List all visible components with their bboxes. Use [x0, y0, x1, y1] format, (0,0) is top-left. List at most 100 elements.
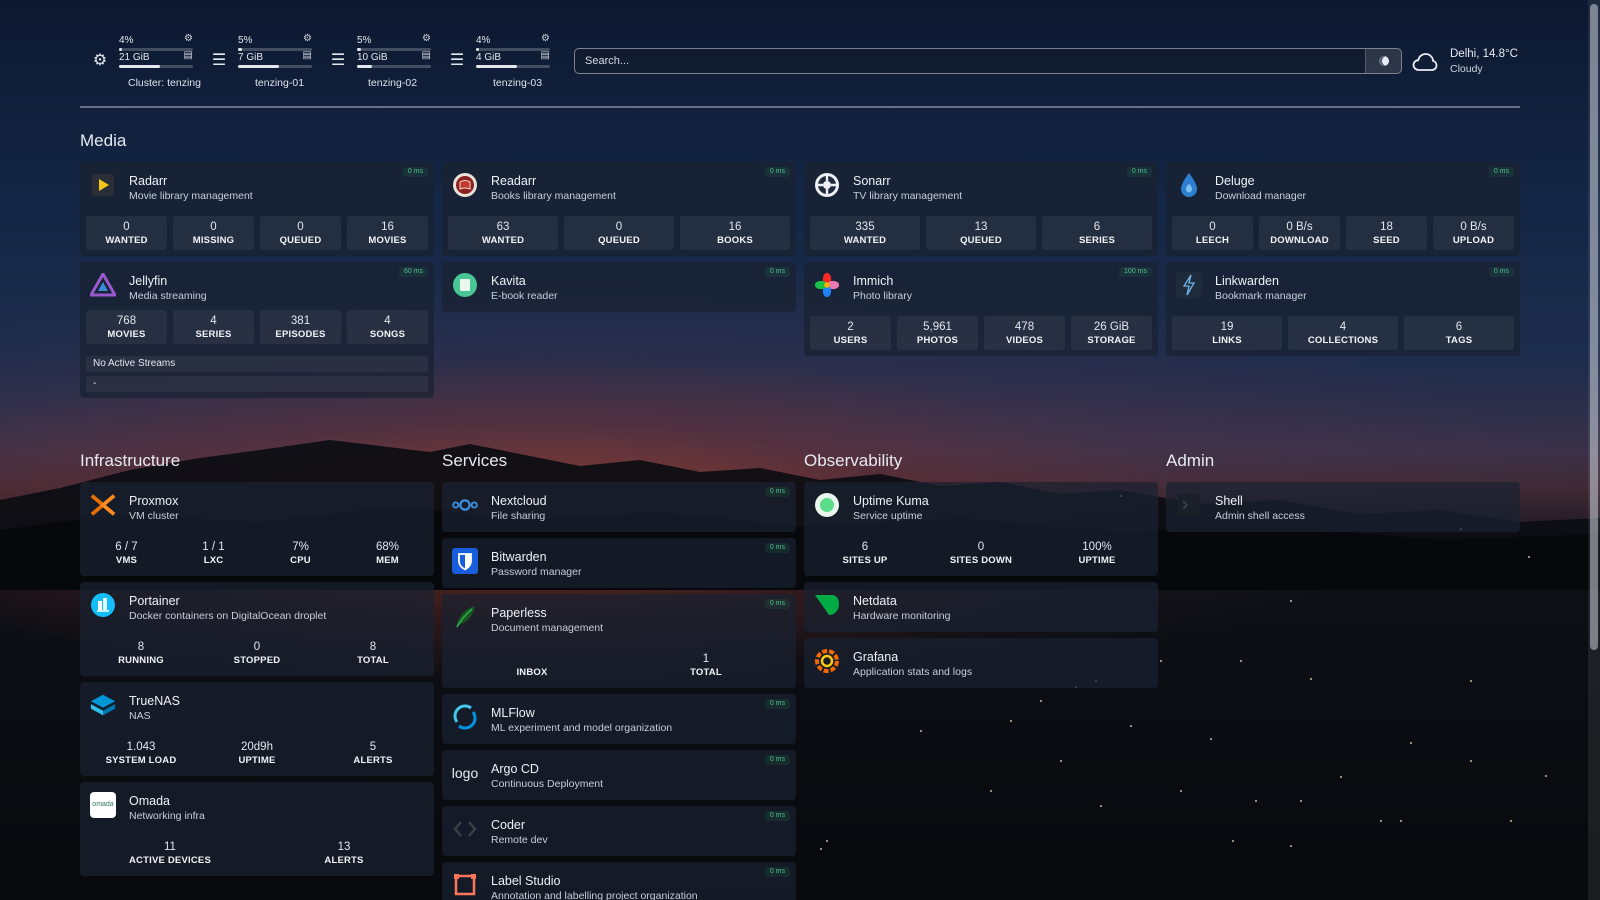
active-streams-panel: No Active Streams	[86, 356, 428, 372]
service-card-linkwarden[interactable]: Linkwarden Bookmark manager 0 ms 19 LINKS 4 CO…	[1166, 262, 1520, 356]
service-name: Proxmox	[129, 494, 179, 508]
service-card-omada[interactable]: omada Omada Networking infra 11 ACTIVE DEVI…	[80, 782, 434, 876]
scrollbar-thumb[interactable]	[1590, 4, 1598, 650]
ping-badge: 0 ms	[764, 487, 790, 497]
service-name: Label Studio	[491, 874, 561, 888]
stat-label: ALERTS	[353, 755, 393, 766]
stats-row: 19 LINKS 4 COLLECTIONS 6 TAGS	[1172, 316, 1514, 350]
memory-usage: 21 GiB ▤	[119, 50, 193, 68]
stat-value: 768	[116, 315, 137, 327]
service-card-jellyfin[interactable]: No Active Streams - Jellyfin Media stream…	[80, 262, 434, 398]
service-card-deluge[interactable]: Deluge Download manager 0 ms 0 LEECH 0 B/s DOW…	[1166, 162, 1520, 256]
stat-series: 4 SERIES	[173, 310, 254, 344]
service-description: Networking infra	[129, 810, 205, 822]
service-name: Uptime Kuma	[853, 494, 929, 508]
stat-value: 8	[137, 641, 145, 653]
stat-value: 4	[384, 315, 391, 327]
cpu-bar	[476, 48, 550, 51]
service-description: Service uptime	[853, 510, 923, 522]
stat-value: 16	[728, 221, 742, 233]
stat-label: MOVIES	[107, 329, 146, 340]
service-card-sonarr[interactable]: Sonarr TV library management 0 ms 335 WANTED…	[804, 162, 1158, 256]
resource-widget-tenzing-03[interactable]: ☰ 4% ⚙ 4 GiB ▤ tenzing-03	[447, 30, 568, 92]
stat-value: 0 B/s	[1460, 221, 1487, 233]
stat-label: SERIES	[1078, 235, 1116, 246]
netdata-icon	[814, 592, 840, 618]
memory-bar	[476, 65, 550, 68]
service-card-mlflow[interactable]: MLFlow ML experiment and model organizati…	[442, 694, 796, 744]
service-description: Books library management	[491, 190, 616, 202]
service-description: Annotation and labelling project organiz…	[491, 890, 698, 900]
terminal-icon	[1176, 492, 1202, 518]
service-card-kavita[interactable]: Kavita E-book reader 0 ms	[442, 262, 796, 312]
service-card-readarr[interactable]: Readarr Books library management 0 ms 63 WAN…	[442, 162, 796, 256]
weather-widget[interactable]: Delhi, 14.8°C Cloudy	[1412, 46, 1522, 78]
service-card-proxmox[interactable]: Proxmox VM cluster 6 / 7 VMS 1 / 1 LXC 7% CPU 68…	[80, 482, 434, 576]
stat-stopped: 0 STOPPED	[202, 636, 312, 670]
cpu-usage: 5% ⚙	[238, 33, 312, 51]
service-name: Linkwarden	[1215, 274, 1279, 288]
memory-icon: ▤	[183, 50, 193, 61]
service-card-uptimekuma[interactable]: Uptime Kuma Service uptime 6 SITES UP 0 SITES…	[804, 482, 1158, 576]
service-card-shell[interactable]: Shell Admin shell access	[1166, 482, 1520, 532]
stat-label: SITES UP	[842, 555, 888, 566]
resource-widget-cluster-tenzing[interactable]: ⚙ 4% ⚙ 21 GiB ▤ Cluster: tenzing	[90, 30, 211, 92]
stats-row: 6 SITES UP 0 SITES DOWN 100% UPTIME	[810, 536, 1152, 570]
stat-value: 478	[1014, 321, 1035, 333]
stat-queued: 0 QUEUED	[260, 216, 341, 250]
sonarr-icon	[814, 172, 840, 198]
cpu-bar	[119, 48, 193, 51]
resource-widget-tenzing-02[interactable]: ☰ 5% ⚙ 10 GiB ▤ tenzing-02	[328, 30, 449, 92]
stats-row: 0 WANTED 0 MISSING 0 QUEUED 16 MOVIES	[86, 216, 428, 250]
uptimekuma-icon	[814, 492, 840, 518]
stat-label: PHOTOS	[916, 335, 959, 346]
service-card-nextcloud[interactable]: Nextcloud File sharing 0 ms	[442, 482, 796, 532]
service-description: Download manager	[1215, 190, 1307, 202]
service-description: Media streaming	[129, 290, 207, 302]
stat-queued: 0 QUEUED	[564, 216, 674, 250]
stat-label: UPTIME	[1078, 555, 1116, 566]
stat-system-load: 1.043 SYSTEM LOAD	[86, 736, 196, 770]
stat-value: 13	[337, 841, 351, 853]
service-card-paperless[interactable]: Paperless Document management 0 ms INBOX 1 TO…	[442, 594, 796, 688]
stat-label: WANTED	[843, 235, 887, 246]
service-card-truenas[interactable]: TrueNAS NAS 1.043 SYSTEM LOAD 20d9h UPTIME 5 AL…	[80, 682, 434, 776]
stat-videos: 478 VIDEOS	[984, 316, 1065, 350]
service-card-argocd[interactable]: logo Argo CD Continuous Deployment 0 ms	[442, 750, 796, 800]
cpu-usage: 4% ⚙	[119, 33, 193, 51]
stat-links: 19 LINKS	[1172, 316, 1282, 350]
service-card-radarr[interactable]: Radarr Movie library management 0 ms 0 WANTE…	[80, 162, 434, 256]
weather-condition: Cloudy	[1450, 63, 1483, 75]
ping-badge: 0 ms	[764, 267, 790, 277]
stat-vms: 6 / 7 VMS	[86, 536, 167, 570]
service-card-coder[interactable]: Coder Remote dev 0 ms	[442, 806, 796, 856]
stat-sites-down: 0 SITES DOWN	[926, 536, 1036, 570]
stat-label: STORAGE	[1087, 335, 1136, 346]
memory-value: 21 GiB	[119, 52, 150, 63]
stat-value: 11	[164, 841, 176, 853]
service-card-netdata[interactable]: Netdata Hardware monitoring	[804, 582, 1158, 632]
service-name: Omada	[129, 794, 170, 808]
service-name: TrueNAS	[129, 694, 180, 708]
argocd-icon: logo	[451, 765, 479, 781]
service-name: Kavita	[491, 274, 526, 288]
search-input[interactable]	[575, 49, 1365, 73]
service-description: Application stats and logs	[853, 666, 973, 678]
stat-label: WANTED	[105, 235, 148, 246]
search-provider-button[interactable]	[1365, 49, 1401, 73]
stat-value: 0	[253, 641, 261, 653]
stat-label: WANTED	[481, 235, 525, 246]
service-description: Hardware monitoring	[853, 610, 951, 622]
service-card-portainer[interactable]: Portainer Docker containers on DigitalOce…	[80, 582, 434, 676]
stat-missing: 0 MISSING	[173, 216, 254, 250]
service-card-immich[interactable]: Immich Photo library 100 ms 2 USERS 5,961 PHOT…	[804, 262, 1158, 356]
service-card-grafana[interactable]: Grafana Application stats and logs	[804, 638, 1158, 688]
search-bar[interactable]	[574, 48, 1402, 74]
resource-widget-tenzing-01[interactable]: ☰ 5% ⚙ 7 GiB ▤ tenzing-01	[209, 30, 330, 92]
stat-value: 19	[1220, 321, 1234, 333]
readarr-icon	[452, 172, 478, 198]
stat-wanted: 335 WANTED	[810, 216, 920, 250]
service-card-bitwarden[interactable]: Bitwarden Password manager 0 ms	[442, 538, 796, 588]
service-card-labelstudio[interactable]: Label Studio Annotation and labelling pro…	[442, 862, 796, 900]
dashboard: ⚙ 4% ⚙ 21 GiB ▤ Cluster: tenzing ☰ 5% ⚙ 7 GiB ▤ ten…	[0, 0, 1600, 900]
